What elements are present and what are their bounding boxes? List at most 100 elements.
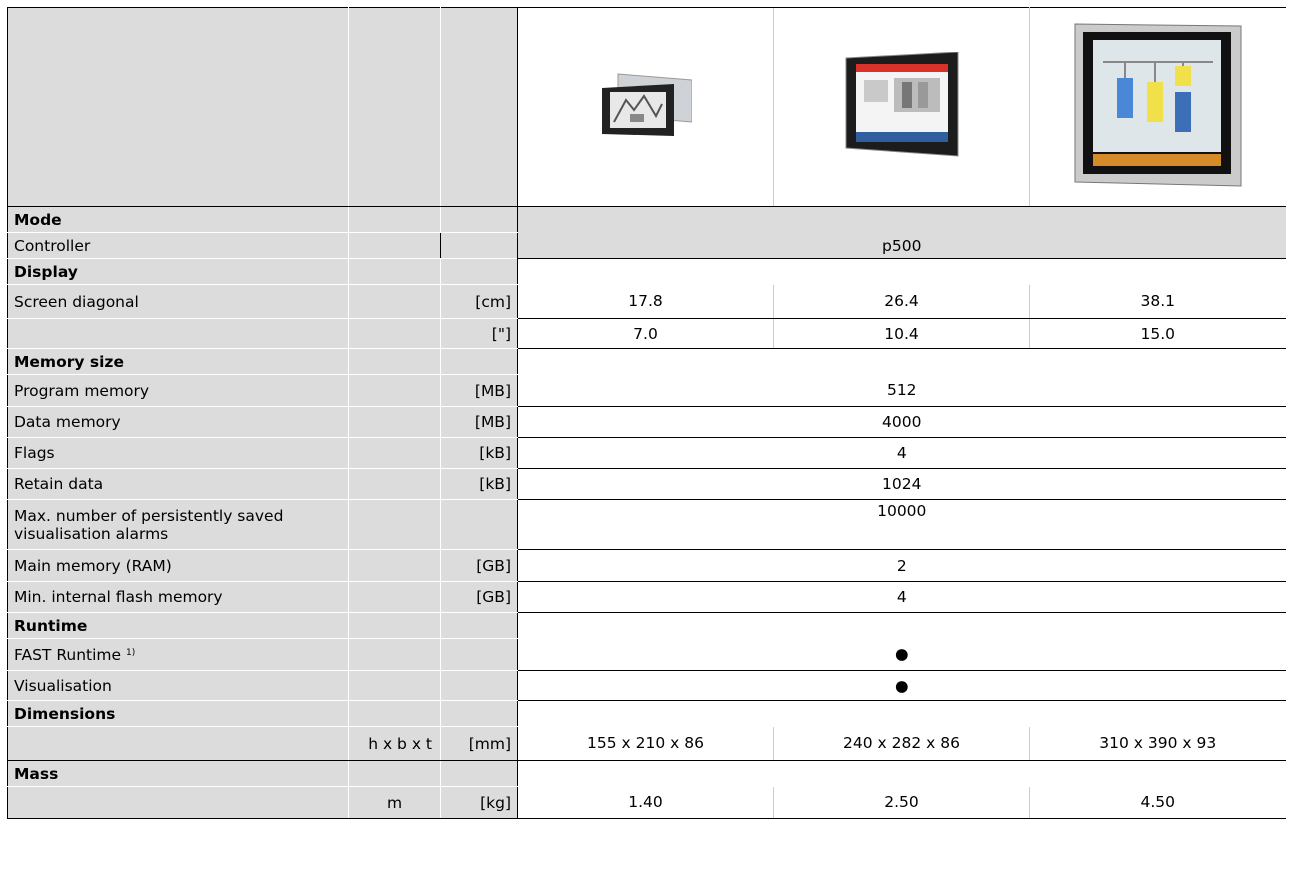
section-display-title: Display	[7, 258, 349, 285]
alarms-value: 10000	[517, 499, 1286, 550]
section-memory-symbol	[348, 348, 441, 375]
section-mass-unit	[440, 760, 518, 787]
row-data-memory: Data memory [MB] 4000	[7, 406, 1286, 438]
hmi-panel-10-icon	[845, 51, 958, 157]
product-image-7in	[517, 7, 774, 207]
section-runtime-blank	[518, 613, 1286, 639]
section-dimensions-symbol	[348, 700, 441, 727]
row-ram: Main memory (RAM) [GB] 2	[7, 549, 1286, 582]
screen-cm-15: 38.1	[1029, 284, 1286, 319]
screen-in-10: 10.4	[773, 318, 1030, 349]
screen-in-7: 7.0	[517, 318, 774, 349]
screen-diagonal-symbol	[348, 284, 441, 319]
retain-label: Retain data	[7, 468, 349, 500]
controller-value: p500	[517, 206, 1286, 259]
mass-10: 2.50	[773, 786, 1030, 819]
retain-value: 1024	[517, 468, 1286, 500]
screen-in-15: 15.0	[1029, 318, 1286, 349]
section-mode-symbol	[348, 206, 441, 233]
section-mode-title: Mode	[7, 206, 349, 233]
fast-runtime-text: FAST Runtime	[14, 645, 122, 664]
mass-label	[7, 786, 349, 819]
section-dimensions-unit	[440, 700, 518, 727]
section-memory: Memory size	[7, 348, 1286, 375]
header-blank-label	[7, 7, 349, 207]
row-fast-runtime: FAST Runtime 1) ●	[7, 638, 1286, 671]
retain-unit: [kB]	[440, 468, 518, 500]
fast-runtime-symbol	[348, 638, 441, 671]
header-blank-symbol	[348, 7, 441, 207]
row-screen-in: ["] 7.0 10.4 15.0	[7, 318, 1286, 349]
flash-symbol	[348, 581, 441, 613]
visualisation-value: ●	[517, 670, 1286, 701]
dims-15: 310 x 390 x 93	[1029, 726, 1286, 761]
mass-15: 4.50	[1029, 786, 1286, 819]
fast-runtime-unit	[440, 638, 518, 671]
product-image-row	[7, 7, 1286, 207]
data-memory-unit: [MB]	[440, 406, 518, 438]
section-display: Display	[7, 258, 1286, 285]
dims-10: 240 x 282 x 86	[773, 726, 1030, 761]
program-memory-unit: [MB]	[440, 374, 518, 407]
section-display-unit	[440, 258, 518, 285]
section-dimensions-title: Dimensions	[7, 700, 349, 727]
alarms-unit	[440, 499, 518, 550]
mass-symbol: m	[348, 786, 441, 819]
fast-runtime-value: ●	[517, 638, 1286, 671]
hmi-panel-15-icon	[1074, 23, 1242, 187]
section-display-symbol	[348, 258, 441, 285]
ram-label: Main memory (RAM)	[7, 549, 349, 582]
header-blank-unit	[440, 7, 518, 207]
section-mass-title: Mass	[7, 760, 349, 787]
hmi-panel-7-icon	[601, 73, 692, 136]
section-display-blank	[518, 259, 1286, 285]
section-memory-unit	[440, 348, 518, 375]
controller-symbol	[348, 232, 441, 259]
visualisation-label: Visualisation	[7, 670, 349, 701]
screen-diagonal-unit-cm: [cm]	[440, 284, 518, 319]
flags-label: Flags	[7, 437, 349, 469]
row-screen-cm: Screen diagonal [cm] 17.8 26.4 38.1	[7, 284, 1286, 319]
row-mass: m [kg] 1.40 2.50 4.50	[7, 786, 1286, 819]
fast-runtime-footnote: 1)	[126, 647, 136, 658]
program-memory-value: 512	[517, 374, 1286, 407]
row-alarms: Max. number of persistently saved visual…	[7, 499, 1286, 550]
data-memory-symbol	[348, 406, 441, 438]
section-mass-symbol	[348, 760, 441, 787]
section-runtime: Runtime	[7, 612, 1286, 639]
section-runtime-symbol	[348, 612, 441, 639]
dims-label	[7, 726, 349, 761]
data-memory-label: Data memory	[7, 406, 349, 438]
controller-label: Controller	[7, 232, 349, 259]
flash-unit: [GB]	[440, 581, 518, 613]
alarms-symbol	[348, 499, 441, 550]
program-memory-label: Program memory	[7, 374, 349, 407]
screen-inch-symbol	[348, 318, 441, 349]
visualisation-symbol	[348, 670, 441, 701]
section-memory-blank	[518, 349, 1286, 375]
screen-inch-label	[7, 318, 349, 349]
row-flags: Flags [kB] 4	[7, 437, 1286, 469]
retain-symbol	[348, 468, 441, 500]
section-mass: Mass	[7, 760, 1286, 787]
dims-7: 155 x 210 x 86	[517, 726, 774, 761]
spec-table: Mode p500 Controller Display Screen diag…	[7, 7, 1286, 819]
row-retain: Retain data [kB] 1024	[7, 468, 1286, 500]
screen-cm-7: 17.8	[517, 284, 774, 319]
ram-value: 2	[517, 549, 1286, 582]
flags-unit: [kB]	[440, 437, 518, 469]
alarms-label: Max. number of persistently saved visual…	[7, 499, 349, 550]
flags-value: 4	[517, 437, 1286, 469]
section-mass-blank	[518, 761, 1286, 787]
mass-unit: [kg]	[440, 786, 518, 819]
screen-cm-10: 26.4	[773, 284, 1030, 319]
mass-7: 1.40	[517, 786, 774, 819]
row-visualisation: Visualisation ●	[7, 670, 1286, 701]
row-program-memory: Program memory [MB] 512	[7, 374, 1286, 407]
section-dimensions-blank	[518, 701, 1286, 727]
section-memory-title: Memory size	[7, 348, 349, 375]
flash-value: 4	[517, 581, 1286, 613]
fast-runtime-label: FAST Runtime 1)	[7, 638, 349, 671]
ram-symbol	[348, 549, 441, 582]
row-dims: h x b x t [mm] 155 x 210 x 86 240 x 282 …	[7, 726, 1286, 761]
